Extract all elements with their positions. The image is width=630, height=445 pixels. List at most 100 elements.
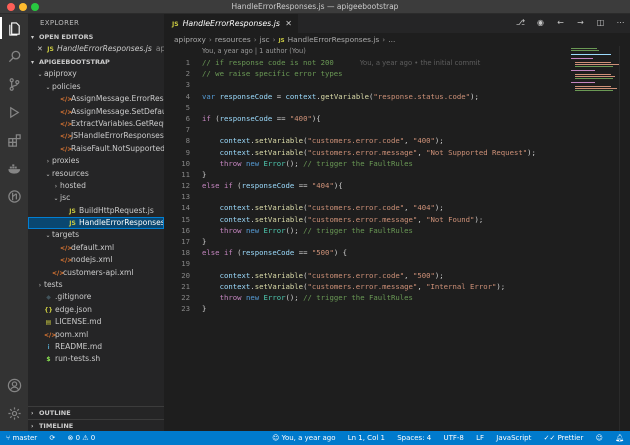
code-line: 11} [164, 169, 569, 180]
editor-area: JS HandleErrorResponses.js ✕ ⎇ ◉ ← → ◫ ⋯ a… [164, 14, 630, 431]
folder-item[interactable]: ⌄resources [28, 168, 164, 180]
more-actions-icon[interactable]: ⋯ [615, 17, 626, 28]
tree-item-label: jsc [60, 193, 71, 203]
extensions-icon[interactable] [6, 132, 22, 148]
folder-item[interactable]: › hosted [28, 180, 164, 192]
file-item[interactable]: </>RaiseFault.NotSupportedReq... [28, 143, 164, 155]
chevron-right-icon: › [208, 35, 212, 44]
chevron-right-icon: › [253, 35, 257, 44]
file-item[interactable]: {} edge.json [28, 304, 164, 316]
chevron-right-icon: › [272, 35, 276, 44]
folder-item[interactable]: ⌄targets [28, 229, 164, 241]
code-token: var [202, 91, 216, 101]
line-number: 17 [181, 237, 190, 246]
code-token: context [219, 203, 251, 213]
problems-status[interactable]: ⊗ 0 ⚠ 0 [67, 431, 95, 445]
breadcrumb-item[interactable]: apiproxy [174, 35, 206, 44]
language-mode[interactable]: JavaScript [496, 431, 531, 445]
file-item[interactable]: </>AssignMessage.SetDefaultEr... [28, 106, 164, 118]
code-line: 16 throw new Error(); // trigger the Fau… [164, 225, 569, 236]
folder-item[interactable]: › proxies [28, 155, 164, 167]
file-item[interactable]: </>pom.xml [28, 329, 164, 341]
search-icon[interactable] [6, 48, 22, 64]
open-editor-item[interactable]: ✕JSHandleErrorResponses.jsapiproxy/... [28, 43, 164, 55]
tree-item-label: customers-api.xml [63, 267, 134, 277]
code-token: "customers.error.code" [307, 136, 405, 146]
code-line: 4 var responseCode = context.getVariable(… [164, 91, 569, 102]
folder-item[interactable]: ⌄jsc [28, 192, 164, 204]
settings-gear-icon[interactable] [6, 405, 22, 421]
file-item[interactable]: $ run-tests.sh [28, 353, 164, 365]
folder-item[interactable]: ⌄policies [28, 81, 164, 93]
tree-item-label: AssignMessage.SetDefaultEr... [71, 106, 164, 116]
file-item[interactable]: </>nodejs.xml [28, 254, 164, 266]
eol-status[interactable]: LF [476, 431, 484, 445]
file-item[interactable]: ▤ LICENSE.md [28, 316, 164, 328]
code-token: == [272, 113, 290, 123]
tree-item-label: LICENSE.md [55, 317, 102, 327]
file-item[interactable]: </>JSHandleErrorResponses.xml [28, 130, 164, 142]
git-history-icon[interactable] [6, 188, 22, 204]
breadcrumb-item[interactable]: ... [388, 35, 395, 44]
tree-item-label: apiproxy [44, 69, 77, 79]
file-item[interactable]: ◆ .gitignore [28, 291, 164, 303]
split-editor-icon[interactable]: ◫ [595, 17, 606, 28]
feedback-icon[interactable]: ☺ [596, 431, 603, 445]
indentation-status[interactable]: Spaces: 4 [397, 431, 431, 445]
activity-bar [0, 14, 28, 431]
file-item[interactable]: i README.md [28, 341, 164, 353]
cursor-position[interactable]: Ln 1, Col 1 [348, 431, 385, 445]
code-line: 20 context.setVariable("customers.error.… [164, 270, 569, 281]
tab-label: HandleErrorResponses.js [182, 19, 280, 28]
breadcrumb-item[interactable]: HandleErrorResponses.js [288, 35, 380, 44]
account-icon[interactable] [6, 377, 22, 393]
source-control-icon[interactable] [6, 76, 22, 92]
check-icon: ✓✓ [543, 434, 558, 442]
outline-section[interactable]: › OUTLINE [28, 406, 164, 419]
vertical-scrollbar[interactable] [619, 46, 630, 431]
file-item[interactable]: </>AssignMessage.ErrorRespon... [28, 93, 164, 105]
timeline-section[interactable]: › TIMELINE [28, 419, 164, 431]
compare-changes-icon[interactable]: ⎇ [515, 17, 526, 28]
close-icon[interactable]: ✕ [37, 43, 46, 55]
file-item[interactable]: </>ExtractVariables.GetRequest... [28, 118, 164, 130]
chevron-right-icon: › [31, 423, 34, 430]
warning-icon: ⚠ [82, 434, 91, 442]
docker-icon[interactable] [6, 160, 22, 176]
files-icon[interactable] [0, 17, 22, 39]
tab-handle-error-responses[interactable]: JS HandleErrorResponses.js ✕ [164, 14, 298, 33]
run-debug-icon[interactable] [6, 104, 22, 120]
close-tab-icon[interactable]: ✕ [285, 15, 292, 33]
window-title: HandleErrorResponses.js — apigeebootstra… [231, 2, 399, 11]
breadcrumb-item[interactable]: jsc [260, 35, 270, 44]
code-token: ( [232, 181, 242, 191]
sync-icon[interactable]: ⟳ [49, 431, 55, 445]
go-forward-icon[interactable]: → [575, 17, 586, 28]
file-item[interactable]: JS HandleErrorResponses.js [28, 217, 164, 230]
notifications-bell-icon[interactable]: 🔔︎ [615, 431, 624, 445]
go-back-icon[interactable]: ← [555, 17, 566, 28]
blame-status[interactable]: ☺ You, a year ago [272, 431, 335, 445]
open-editors-header[interactable]: ▾ OPEN EDITORS [28, 32, 164, 43]
project-header[interactable]: ▾ APIGEEBOOTSTRAP [28, 57, 164, 68]
file-item[interactable]: </>default.xml [28, 242, 164, 254]
file-item[interactable]: JS BuildHttpRequest.js [28, 205, 164, 217]
code-token: ) { [333, 248, 348, 258]
code-editor[interactable]: You, a year ago | 1 author (You) 1 // if … [164, 46, 569, 314]
file-item[interactable]: </>customers-api.xml [28, 267, 164, 279]
codelens-blame[interactable]: You, a year ago | 1 author (You) [164, 46, 569, 57]
code-token: ( [210, 113, 220, 123]
status-bar: ⑂ master ⟳ ⊗ 0 ⚠ 0 ☺ You, a year ago Ln … [0, 431, 630, 445]
git-commit-icon[interactable]: ◉ [535, 17, 546, 28]
code-token: // trigger the FaultRules [303, 292, 413, 302]
minimap[interactable] [569, 46, 619, 96]
breadcrumb-item[interactable]: resources [215, 35, 251, 44]
prettier-status[interactable]: ✓✓ Prettier [544, 431, 584, 445]
code-token: "customers.error.message" [307, 281, 418, 291]
folder-item[interactable]: › tests [28, 279, 164, 291]
outline-header: OUTLINE [39, 409, 71, 417]
folder-item[interactable]: ⌄apiproxy [28, 68, 164, 80]
encoding-status[interactable]: UTF-8 [443, 431, 463, 445]
branch-status[interactable]: ⑂ master [6, 431, 37, 445]
code-token: } [202, 169, 207, 179]
